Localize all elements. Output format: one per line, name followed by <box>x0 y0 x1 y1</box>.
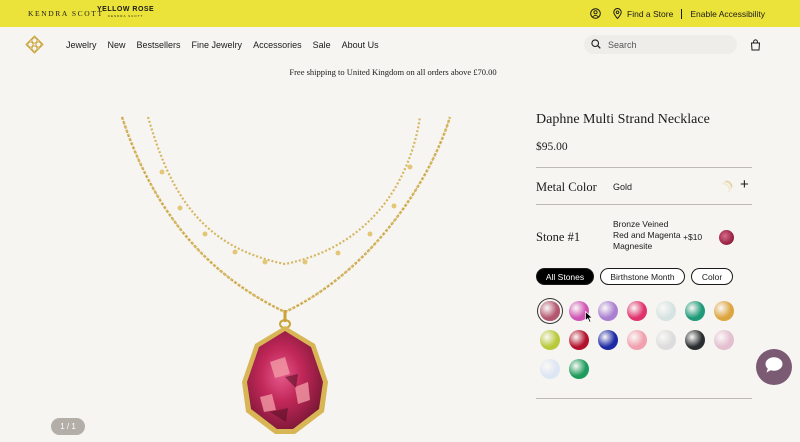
selected-stone-swatch <box>719 230 734 245</box>
stone-label: Stone #1 <box>536 230 581 244</box>
nav-item-about-us[interactable]: About Us <box>342 40 379 50</box>
account-icon[interactable] <box>590 8 601 19</box>
product-title: Daphne Multi Strand Necklace <box>536 112 710 127</box>
stone-swatch[interactable] <box>569 359 589 379</box>
top-bar: KENDRA SCOTT YELLOW ROSE KENDRA SCOTT Fin… <box>0 0 800 27</box>
selected-stone-name: Bronze Veined Red and Magenta Magnesite <box>613 219 681 251</box>
filter-birthstone-month[interactable]: Birthstone Month <box>600 268 685 285</box>
metal-color-label: Metal Color <box>536 180 597 194</box>
nav-item-accessories[interactable]: Accessories <box>253 40 302 50</box>
stone-swatch[interactable] <box>656 301 676 321</box>
search-icon <box>591 36 601 54</box>
stone-swatch[interactable] <box>598 330 618 350</box>
divider <box>681 8 683 19</box>
stone-filter-tabs: All Stones Birthstone Month Color <box>536 268 739 285</box>
kendra-scott-brand-link[interactable]: KENDRA SCOTT <box>28 9 104 18</box>
nav-item-jewelry[interactable]: Jewelry <box>66 40 97 50</box>
find-store-link[interactable]: Find a Store <box>627 9 673 19</box>
stone-upcharge: +$10 <box>683 232 703 242</box>
stone-swatch[interactable] <box>627 330 647 350</box>
nav-item-sale[interactable]: Sale <box>313 40 331 50</box>
product-price: $95.00 <box>536 141 568 153</box>
utility-links: Find a Store Enable Accessibility <box>590 0 765 27</box>
location-pin-icon <box>613 8 622 19</box>
stone-swatch[interactable] <box>598 301 618 321</box>
nav-item-bestsellers[interactable]: Bestsellers <box>137 40 181 50</box>
expand-plus-icon[interactable]: + <box>740 177 749 192</box>
yellow-rose-brand-link[interactable]: YELLOW ROSE KENDRA SCOTT <box>97 6 154 18</box>
chat-bubble-icon <box>764 356 784 379</box>
stone-swatch[interactable] <box>685 301 705 321</box>
search-input[interactable]: Search <box>584 35 737 54</box>
stone-swatch[interactable] <box>714 301 734 321</box>
stone-swatch[interactable] <box>656 330 676 350</box>
bag-icon[interactable] <box>750 38 761 56</box>
divider <box>536 204 752 205</box>
nav-item-new[interactable]: New <box>108 40 126 50</box>
stone-swatch[interactable] <box>540 301 560 321</box>
filter-color[interactable]: Color <box>691 268 733 285</box>
yellow-rose-subtitle: KENDRA SCOTT <box>107 14 144 18</box>
search-placeholder: Search <box>608 39 637 50</box>
enable-accessibility-link[interactable]: Enable Accessibility <box>690 9 765 19</box>
nav-menu: Jewelry New Bestsellers Fine Jewelry Acc… <box>66 27 390 62</box>
chat-button[interactable] <box>756 349 792 385</box>
metal-color-value: Gold <box>613 182 633 192</box>
filter-all-stones[interactable]: All Stones <box>536 268 594 285</box>
main-navigation: Jewelry New Bestsellers Fine Jewelry Acc… <box>0 27 800 62</box>
image-pager: 1 / 1 <box>51 418 85 435</box>
stone-swatch[interactable] <box>540 359 560 379</box>
gold-swatch-icon <box>719 180 733 199</box>
logo-icon[interactable] <box>25 35 44 59</box>
mouse-cursor-icon <box>585 310 594 328</box>
stone-swatch[interactable] <box>540 330 560 350</box>
stone-swatch[interactable] <box>627 301 647 321</box>
stone-swatch[interactable] <box>685 330 705 350</box>
stone-swatch[interactable] <box>714 330 734 350</box>
nav-item-fine-jewelry[interactable]: Fine Jewelry <box>192 40 243 50</box>
product-image[interactable] <box>110 112 470 442</box>
free-shipping-banner: Free shipping to United Kingdom on all o… <box>289 67 497 77</box>
stone-swatch[interactable] <box>569 330 589 350</box>
divider <box>536 167 752 168</box>
yellow-rose-wordmark: YELLOW ROSE <box>97 6 155 13</box>
divider <box>536 398 752 399</box>
